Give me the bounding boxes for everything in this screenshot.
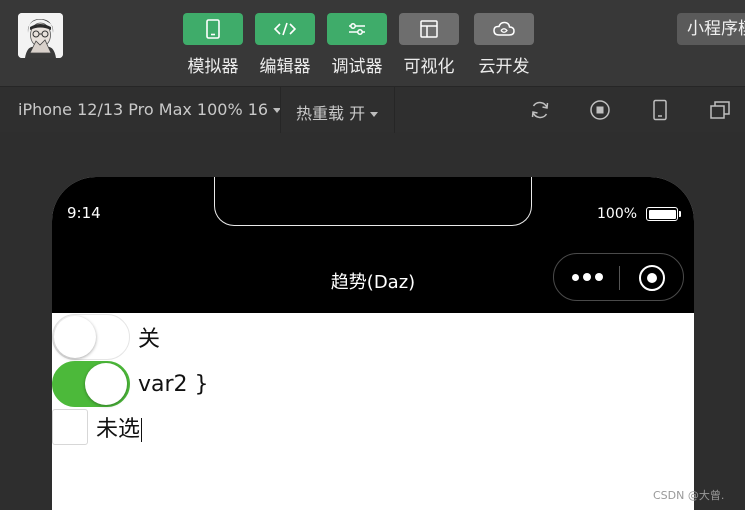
simulator-label: 模拟器 xyxy=(187,57,239,77)
editor-tool[interactable]: 编辑器 xyxy=(255,13,315,77)
cloud-dev-label: 云开发 xyxy=(478,57,530,77)
more-icon[interactable] xyxy=(572,273,603,281)
editor-label: 编辑器 xyxy=(259,57,311,77)
battery-tip xyxy=(679,211,681,217)
menu-capsule xyxy=(553,253,684,301)
debugger-label: 调试器 xyxy=(331,57,383,77)
switch-row-2: var2 } xyxy=(52,361,209,407)
phone-notch xyxy=(214,177,532,226)
debugger-button[interactable] xyxy=(327,13,387,45)
visual-button[interactable] xyxy=(399,13,459,45)
checkbox-row: 未选 xyxy=(52,409,143,445)
stop-icon[interactable] xyxy=(589,99,611,121)
code-icon xyxy=(274,22,296,36)
chevron-down-icon xyxy=(370,112,379,117)
avatar[interactable] xyxy=(18,13,63,58)
simulator-tool[interactable]: 模拟器 xyxy=(183,13,243,77)
cloud-dev-button[interactable] xyxy=(474,13,534,45)
visual-tool[interactable]: 可视化 xyxy=(399,13,459,77)
capsule-divider xyxy=(619,266,620,290)
visual-label: 可视化 xyxy=(403,57,455,77)
checkbox[interactable] xyxy=(52,409,88,445)
checkbox-label: 未选 xyxy=(96,417,143,442)
debugger-tool[interactable]: 调试器 xyxy=(327,13,387,77)
cloud-dev-tool[interactable]: 云开发 xyxy=(474,13,534,77)
editor-button[interactable] xyxy=(255,13,315,45)
phone-simulator: 9:14 100% 趋势(Daz) 关 var2 } 未选 xyxy=(52,177,694,510)
switch-2-label: var2 } xyxy=(138,371,209,397)
toggle-switch-on[interactable] xyxy=(52,361,130,407)
status-time: 9:14 xyxy=(67,204,101,222)
mini-program-mode-button[interactable]: 小程序模式 xyxy=(677,13,745,45)
battery-icon xyxy=(646,207,678,221)
text-cursor xyxy=(141,418,143,442)
simulator-button[interactable] xyxy=(183,13,243,45)
hot-reload-label: 热重载 开 xyxy=(296,104,366,123)
battery-percentage: 100% xyxy=(597,206,638,222)
simulator-bar: iPhone 12/13 Pro Max 100% 16 热重载 开 xyxy=(0,86,745,133)
layout-icon xyxy=(420,20,438,38)
switch-row-1: 关 xyxy=(52,314,160,360)
watermark: CSDN @大曾. xyxy=(653,489,725,502)
toggle-switch-off[interactable] xyxy=(52,314,130,360)
device-selector-label: iPhone 12/13 Pro Max 100% 16 xyxy=(18,100,269,119)
refresh-icon[interactable] xyxy=(529,99,551,121)
phone-header: 9:14 100% 趋势(Daz) xyxy=(52,177,694,313)
device-selector[interactable]: iPhone 12/13 Pro Max 100% 16 xyxy=(18,100,282,119)
hot-reload-selector[interactable]: 热重载 开 xyxy=(280,87,396,133)
switch-1-label: 关 xyxy=(138,327,161,352)
window-icon[interactable] xyxy=(709,99,731,121)
top-toolbar: 模拟器 编辑器 调试器 可视化 云开发 小程序模式 xyxy=(0,0,745,86)
close-mini-program-icon[interactable] xyxy=(639,265,665,291)
cloud-icon xyxy=(493,21,515,36)
phone-icon xyxy=(206,19,220,39)
device-icon[interactable] xyxy=(649,99,671,121)
sliders-icon xyxy=(349,23,365,35)
